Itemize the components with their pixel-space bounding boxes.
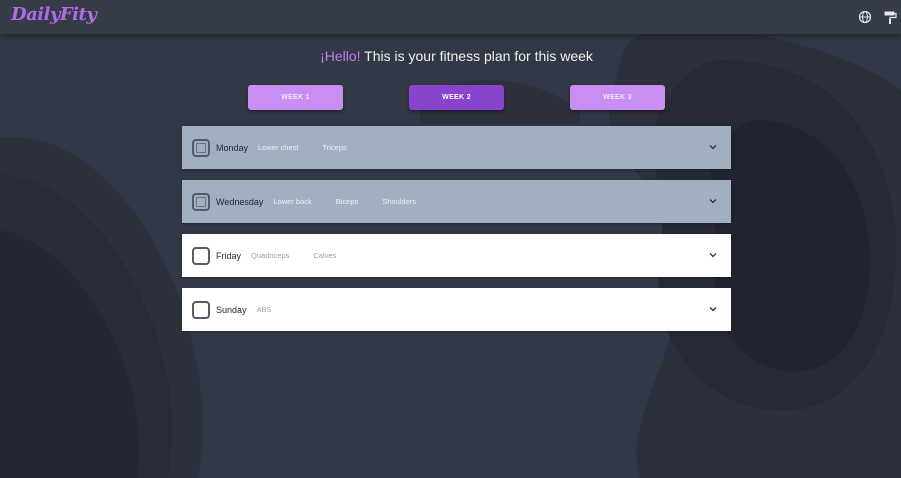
muscle-tag: Lower back bbox=[273, 197, 312, 206]
day-checkbox[interactable] bbox=[192, 300, 210, 319]
day-card-monday[interactable]: Monday Lower chest Triceps bbox=[182, 126, 731, 169]
app-logo[interactable]: DailyFity bbox=[11, 4, 97, 25]
chevron-down-icon[interactable] bbox=[709, 144, 717, 150]
muscle-tag: ABS bbox=[256, 305, 272, 314]
headline-text: This is your fitness plan for this week bbox=[360, 48, 593, 64]
chevron-down-icon[interactable] bbox=[709, 306, 717, 312]
chevron-down-icon[interactable] bbox=[709, 198, 717, 204]
day-name: Monday bbox=[216, 142, 249, 153]
day-card-sunday[interactable]: Sunday ABS bbox=[182, 288, 731, 331]
day-name: Friday bbox=[216, 250, 242, 261]
day-checkbox[interactable] bbox=[192, 138, 210, 157]
day-checkbox[interactable] bbox=[192, 192, 210, 211]
globe-icon[interactable] bbox=[858, 10, 872, 24]
chevron-down-icon[interactable] bbox=[709, 252, 717, 258]
paint-roller-icon[interactable] bbox=[883, 10, 897, 24]
day-name: Wednesday bbox=[216, 196, 264, 207]
day-card-wednesday[interactable]: Wednesday Lower back Biceps Shoulders bbox=[182, 180, 731, 223]
day-card-friday[interactable]: Friday Quadriceps Calves bbox=[182, 234, 731, 277]
muscle-tag: Shoulders bbox=[382, 197, 417, 206]
muscle-tag: Calves bbox=[313, 251, 337, 260]
day-checkbox[interactable] bbox=[192, 246, 210, 265]
top-navbar: DailyFity bbox=[0, 0, 901, 34]
muscle-tag: Triceps bbox=[322, 143, 347, 152]
week-1-tab[interactable]: WEEK 1 bbox=[248, 85, 343, 110]
greeting-text: ¡Hello! bbox=[320, 48, 361, 64]
day-name: Sunday bbox=[216, 304, 247, 315]
muscle-tag: Lower chest bbox=[258, 143, 299, 152]
week-2-tab[interactable]: WEEK 2 bbox=[409, 85, 504, 110]
week-3-tab[interactable]: WEEK 3 bbox=[570, 85, 665, 110]
muscle-tag: Quadriceps bbox=[251, 251, 290, 260]
page-headline: ¡Hello! This is your fitness plan for th… bbox=[0, 48, 901, 64]
muscle-tag: Biceps bbox=[335, 197, 359, 206]
